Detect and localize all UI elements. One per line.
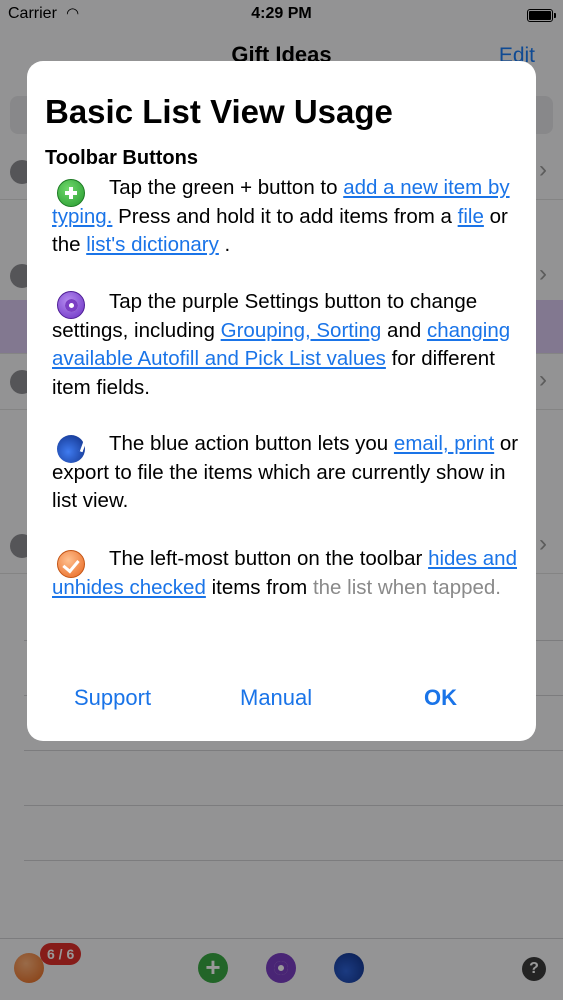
dictionary-link[interactable]: list's dictionary (86, 233, 219, 256)
file-link[interactable]: file (458, 205, 484, 228)
add-button-help: Tap the green + button to add a new item… (52, 176, 510, 256)
support-button[interactable]: Support (74, 685, 151, 711)
hide-button-help: The left-most button on the toolbar hide… (52, 547, 517, 599)
manual-button[interactable]: Manual (240, 685, 312, 711)
dialog-button-bar: Support Manual OK (27, 671, 536, 731)
email-print-link[interactable]: email, print (394, 432, 494, 455)
grouping-sorting-link[interactable]: Grouping, Sorting (221, 319, 382, 342)
dialog-subtitle: Toolbar Buttons (45, 147, 198, 169)
help-dialog: Basic List View Usage Toolbar Buttons Ta… (27, 61, 536, 741)
settings-button-help: Tap the purple Settings button to change… (52, 290, 511, 399)
dialog-title: Basic List View Usage (45, 93, 393, 130)
ok-button[interactable]: OK (424, 685, 457, 711)
action-button-help: The blue action button lets you email, p… (52, 432, 519, 512)
